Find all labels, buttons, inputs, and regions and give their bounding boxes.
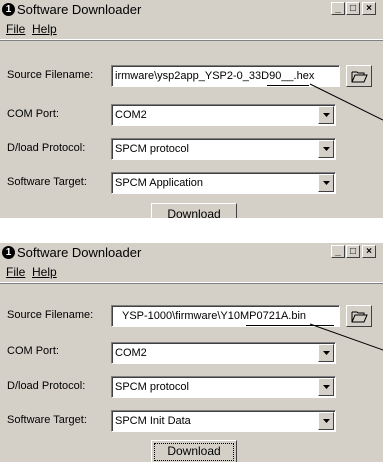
callout-line-top bbox=[309, 83, 383, 121]
callout-line-bottom bbox=[309, 323, 383, 351]
callout-lines bbox=[309, 83, 383, 351]
